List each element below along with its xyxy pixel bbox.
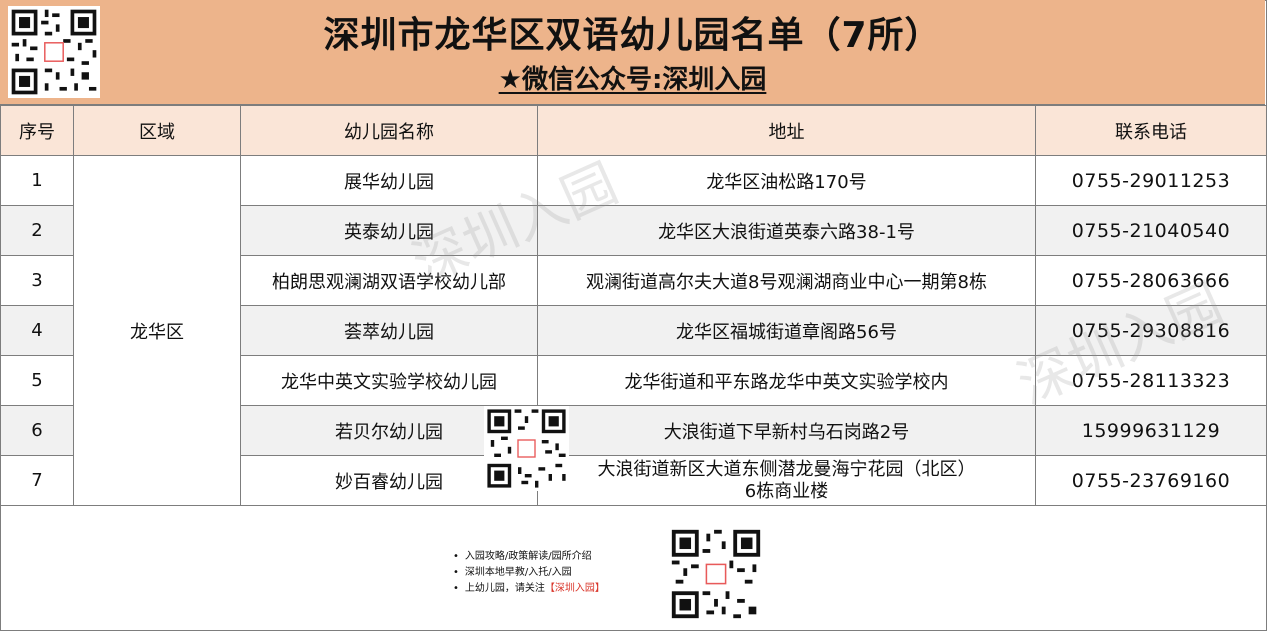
table-header-row: 序号 区域 幼儿园名称 地址 联系电话 bbox=[0, 105, 1267, 156]
address-line-1: 大浪街道新区大道东侧潜龙曼海宁花园（北区） bbox=[597, 458, 976, 480]
column-header-phone: 联系电话 bbox=[1035, 105, 1267, 156]
column-header-district: 区域 bbox=[73, 105, 241, 156]
address-line-2: 6栋商业楼 bbox=[744, 480, 829, 502]
kindergarten-name: 展华幼儿园 bbox=[240, 155, 538, 206]
column-header-address: 地址 bbox=[537, 105, 1036, 156]
wechat-account-label: ★微信公众号:深圳入园 bbox=[498, 65, 767, 95]
kindergarten-address: 龙华区福城街道章阁路56号 bbox=[537, 305, 1036, 356]
kindergarten-phone: 0755-28113323 bbox=[1035, 355, 1267, 406]
promo-item: 深圳本地早教/入托/入园 bbox=[453, 565, 605, 581]
kindergarten-name: 柏朗思观澜湖双语学校幼儿部 bbox=[240, 255, 538, 306]
promo-text: 上幼儿园，请关注 bbox=[464, 583, 545, 594]
kindergarten-address: 观澜街道高尔夫大道8号观澜湖商业中心一期第8栋 bbox=[537, 255, 1036, 306]
page-title: 深圳市龙华区双语幼儿园名单（7所） bbox=[323, 15, 942, 56]
column-header-number: 序号 bbox=[0, 105, 74, 156]
row-number: 2 bbox=[0, 205, 74, 256]
kindergarten-phone: 0755-29308816 bbox=[1035, 305, 1267, 356]
account-highlight: 【深圳入园】 bbox=[544, 583, 605, 594]
row-number: 6 bbox=[0, 405, 74, 456]
kindergarten-name: 荟萃幼儿园 bbox=[240, 305, 538, 356]
kindergarten-address: 龙华区大浪街道英泰六路38-1号 bbox=[537, 205, 1036, 256]
table-row: 1 龙华区 展华幼儿园 龙华区油松路170号 0755-29011253 bbox=[0, 155, 1267, 506]
title-banner: 深圳市龙华区双语幼儿园名单（7所） ★微信公众号:深圳入园 bbox=[0, 0, 1265, 105]
kindergarten-name: 英泰幼儿园 bbox=[240, 205, 538, 256]
column-header-name: 幼儿园名称 bbox=[240, 105, 538, 156]
kindergarten-address: 大浪街道下早新村乌石岗路2号 bbox=[537, 405, 1036, 456]
district-cell: 龙华区 bbox=[73, 155, 241, 506]
row-number: 1 bbox=[0, 155, 74, 206]
row-number: 7 bbox=[0, 455, 74, 506]
kindergarten-phone: 0755-23769160 bbox=[1035, 455, 1267, 506]
kindergarten-phone: 0755-21040540 bbox=[1035, 205, 1267, 256]
row-number: 5 bbox=[0, 355, 74, 406]
row-number: 3 bbox=[0, 255, 74, 306]
kindergarten-address: 龙华街道和平东路龙华中英文实验学校内 bbox=[537, 355, 1036, 406]
kindergarten-phone: 0755-28063666 bbox=[1035, 255, 1267, 306]
qr-code-icon bbox=[484, 406, 569, 491]
page-subtitle: ★微信公众号:深圳入园 bbox=[0, 59, 1265, 96]
kindergarten-phone: 0755-29011253 bbox=[1035, 155, 1267, 206]
qr-code-icon bbox=[668, 526, 764, 622]
kindergarten-table: 序号 区域 幼儿园名称 地址 联系电话 1 龙华区 展华幼儿园 龙华区油松路17… bbox=[0, 105, 1267, 506]
promo-item: 上幼儿园，请关注【深圳入园】 bbox=[453, 581, 605, 597]
kindergarten-address: 大浪街道新区大道东侧潜龙曼海宁花园（北区） 6栋商业楼 bbox=[537, 455, 1036, 506]
promo-list: 入园攻略/政策解读/园所介绍 深圳本地早教/入托/入园 上幼儿园，请关注【深圳入… bbox=[453, 549, 605, 597]
promo-item: 入园攻略/政策解读/园所介绍 bbox=[453, 549, 605, 565]
row-number: 4 bbox=[0, 305, 74, 356]
kindergarten-address: 龙华区油松路170号 bbox=[537, 155, 1036, 206]
footer-panel: 入园攻略/政策解读/园所介绍 深圳本地早教/入托/入园 上幼儿园，请关注【深圳入… bbox=[0, 509, 1265, 629]
kindergarten-phone: 15999631129 bbox=[1035, 405, 1267, 456]
kindergarten-name: 龙华中英文实验学校幼儿园 bbox=[240, 355, 538, 406]
